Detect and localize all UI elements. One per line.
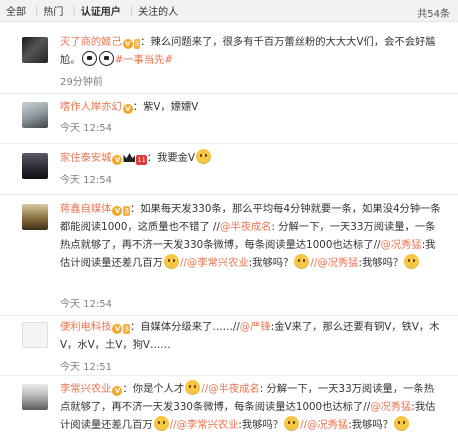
avatar[interactable] [22, 37, 48, 63]
comment-body: :我够吗？ [358, 257, 404, 269]
verified-badge-icon: V [122, 104, 133, 114]
username[interactable]: 蒋鑫自媒体 [60, 203, 111, 215]
comment-time: 今天 12:54 [60, 123, 112, 134]
comment-item: 便利电科技 V 3：自媒体分级来了……//@严锋:金V来了，那么还要有铜V，铁V，木… [0, 316, 458, 376]
mention-link[interactable]: @况秀猛 [381, 239, 422, 251]
comment-body: ：你是个人才 [122, 383, 185, 395]
mention-link[interactable]: //@半夜成名 [201, 383, 259, 395]
thinking-emoji-icon [393, 416, 409, 431]
comment-item: 灭了商的姬己 V 3：辣么问题来了，很多有千百万蕾丝粉的大大大V们，会不会好尴尬。 #… [0, 22, 458, 94]
verified-badge-icon: V [122, 39, 133, 49]
avatar[interactable] [22, 322, 48, 348]
avatar[interactable] [22, 384, 48, 410]
verified-badge-icon: V [112, 155, 123, 165]
verified-badge-icon: V [112, 386, 123, 396]
panda-emoji-icon [81, 51, 97, 66]
comment-time: 今天 12:51 [60, 362, 112, 373]
comment-text: 蒋鑫自媒体 V 3：如果每天发330条，那么平均每4分钟就要一条，如果没4分钟一条都… [60, 200, 444, 272]
tab-following[interactable]: 关注的人 [138, 3, 178, 18]
comment-text: 嗜作人岸亦幻 V ：紫V，嫖嫖V [60, 98, 444, 116]
username[interactable]: 家住泰安城 [60, 152, 111, 164]
panda-emoji-icon [98, 51, 114, 66]
tab-verified-users[interactable]: 认证用户 [81, 3, 121, 18]
comment-item: 蒋鑫自媒体 V 3：如果每天发330条，那么平均每4分钟就要一条，如果没4分钟一条都… [0, 195, 458, 316]
comment-text: 家住泰安城 V 11：我要金V [60, 149, 444, 167]
surprised-emoji-icon [196, 149, 211, 164]
username[interactable]: 李常兴农业 [60, 383, 111, 395]
verified-badge-icon: V [112, 324, 123, 334]
comment-time: 今天 12:54 [60, 299, 112, 310]
comment-item: 嗜作人岸亦幻 V ：紫V，嫖嫖V 今天 12:54 [0, 94, 458, 144]
comment-time: 29分钟前 [60, 77, 103, 88]
comment-item: 家住泰安城 V 11：我要金V 今天 12:54 [0, 144, 458, 195]
avatar[interactable] [22, 102, 48, 128]
tab-separator: | [72, 5, 76, 16]
avatar[interactable] [22, 153, 48, 179]
tab-hot[interactable]: 热门 [43, 3, 63, 18]
username[interactable]: 灭了商的姬己 [60, 36, 122, 48]
topic-link[interactable]: #一事当先# [115, 54, 173, 66]
comment-count: 共54条 [417, 9, 450, 20]
mention-link[interactable]: @况秀猛 [370, 401, 411, 413]
avatar[interactable] [22, 204, 48, 230]
verified-badge-icon: V [112, 206, 123, 216]
mention-link[interactable]: //@况秀猛 [310, 257, 358, 269]
thinking-emoji-icon [404, 254, 420, 269]
tab-all[interactable]: 全部 [6, 3, 26, 18]
comment-time: 今天 12:54 [60, 175, 112, 186]
tab-separator: | [129, 5, 134, 16]
comment-text: 李常兴农业 V ：你是个人才//@半夜成名: 分解一下，一天33万阅读量，一条热点就… [60, 380, 444, 434]
vip-level-icon: 11 [136, 155, 147, 165]
comment-body: ：紫V，嫖嫖V [132, 101, 199, 113]
username[interactable]: 嗜作人岸亦幻 [60, 101, 122, 113]
mention-link[interactable]: //@李常兴农业 [180, 257, 249, 269]
grinning-emoji-icon [185, 380, 201, 395]
comment-filter-bar: 全部 | 热门 | 认证用户 | 关注的人 共54条 [0, 0, 458, 22]
laughing-emoji-icon [163, 254, 179, 269]
tab-separator: | [35, 5, 39, 16]
laughing-emoji-icon [153, 416, 169, 431]
comment-body: ：我要金V [146, 152, 195, 164]
comment-body: :我够吗？ [248, 257, 294, 269]
comment-text: 便利电科技 V 3：自媒体分级来了……//@严锋:金V来了，那么还要有铜V，铁V，木… [60, 318, 444, 354]
comment-text: 灭了商的姬己 V 3：辣么问题来了，很多有千百万蕾丝粉的大大大V们，会不会好尴尬。 #… [60, 33, 444, 69]
comment-body: ：自媒体分级来了……// [129, 321, 240, 333]
thinking-emoji-icon [294, 254, 310, 269]
crown-icon [123, 153, 136, 162]
mention-link[interactable]: @半夜成名 [220, 221, 271, 233]
thinking-emoji-icon [284, 416, 300, 431]
username[interactable]: 便利电科技 [60, 321, 111, 333]
mention-link[interactable]: @严锋 [240, 321, 271, 333]
comment-item: 李常兴农业 V ：你是个人才//@半夜成名: 分解一下，一天33万阅读量，一条热点就… [0, 376, 458, 446]
